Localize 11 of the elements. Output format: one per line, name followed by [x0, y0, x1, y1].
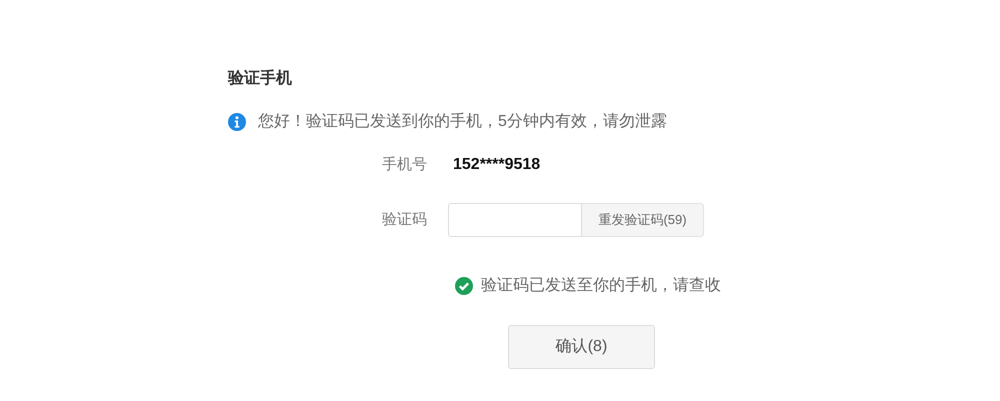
- page-title: 验证手机: [228, 68, 293, 89]
- confirm-button[interactable]: 确认(8): [508, 325, 655, 369]
- notice-text: 您好！验证码已发送到你的手机，5分钟内有效，请勿泄露: [258, 112, 667, 132]
- info-icon: [228, 113, 246, 131]
- field-label: 手机号: [381, 154, 427, 175]
- code-input[interactable]: [448, 203, 582, 237]
- phone-number: 152****9518: [453, 155, 540, 175]
- field-label: 验证码: [381, 210, 427, 230]
- resend-code-button[interactable]: 重发验证码(59): [582, 203, 704, 237]
- check-circle-icon: [455, 277, 473, 295]
- success-message: 验证码已发送至你的手机，请查收: [481, 276, 721, 296]
